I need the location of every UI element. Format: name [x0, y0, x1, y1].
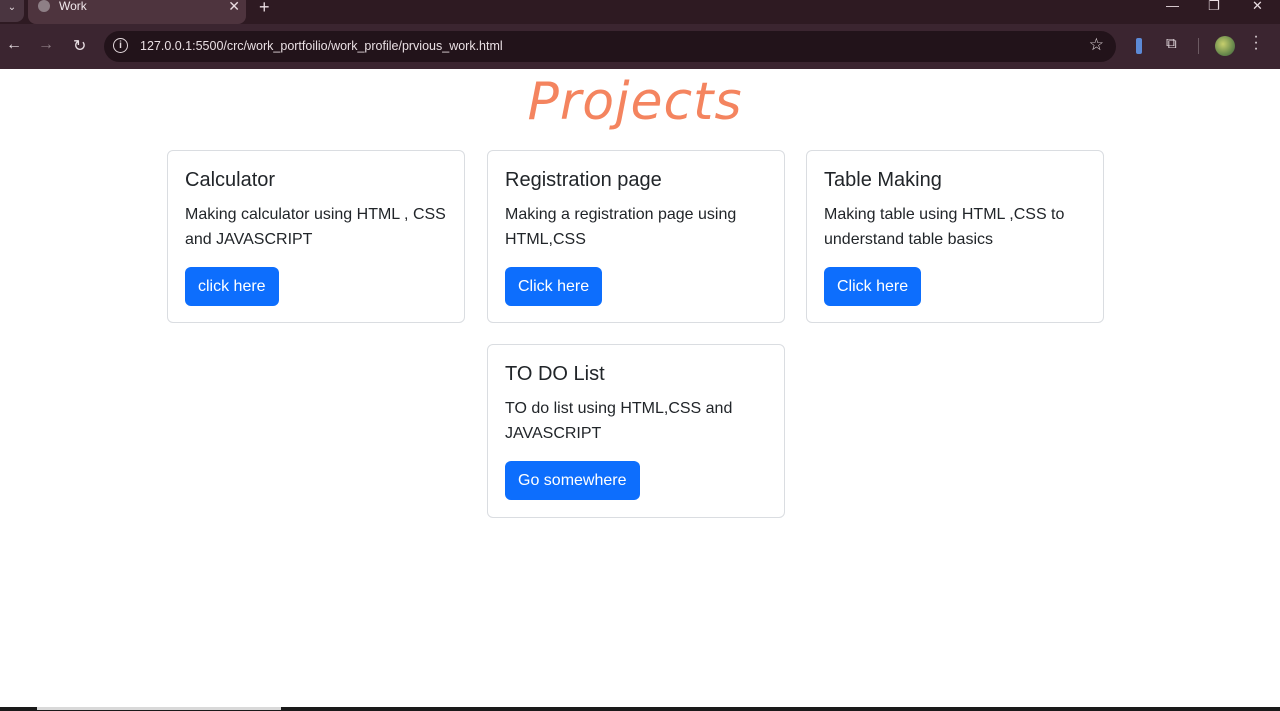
browser-toolbar: ← → ↻ i 127.0.0.1:5500/crc/work_portfoil…	[0, 24, 1280, 69]
card-title: Calculator	[185, 169, 276, 191]
card-title: TO DO List	[505, 363, 605, 385]
window-close-icon[interactable]: ✕	[1252, 0, 1263, 14]
tab-title: Work	[59, 0, 87, 13]
avatar[interactable]	[1215, 36, 1235, 56]
card-text: Making table using HTML ,CSS to understa…	[824, 206, 1065, 248]
project-card-registration: Registration page Making a registration …	[487, 150, 785, 323]
back-icon[interactable]: ←	[6, 36, 22, 54]
star-icon[interactable]: ☆	[1089, 35, 1104, 55]
project-card-todo: TO DO List TO do list using HTML,CSS and…	[487, 344, 785, 518]
minimize-icon[interactable]: —	[1166, 0, 1179, 13]
card-title: Registration page	[505, 169, 662, 191]
taskbar-highlight	[37, 707, 281, 710]
address-bar[interactable]: i 127.0.0.1:5500/crc/work_portfoilio/wor…	[104, 31, 1116, 62]
chevron-down-icon[interactable]: ⌄	[0, 0, 24, 22]
globe-icon	[38, 0, 50, 12]
card-text: TO do list using HTML,CSS and JAVASCRIPT	[505, 400, 733, 442]
close-icon[interactable]: ✕	[228, 0, 240, 15]
extension-icon[interactable]	[1136, 38, 1142, 54]
url-text[interactable]: 127.0.0.1:5500/crc/work_portfoilio/work_…	[140, 39, 503, 53]
click-here-button[interactable]: click here	[185, 267, 279, 306]
kebab-menu-icon[interactable]: · · ·	[1253, 29, 1259, 57]
toolbar-divider	[1198, 38, 1199, 54]
reload-icon[interactable]: ↻	[73, 36, 86, 56]
card-text: Making calculator using HTML , CSS and J…	[185, 206, 446, 248]
puzzle-icon[interactable]: ⧉	[1166, 35, 1177, 52]
new-tab-icon[interactable]: +	[259, 0, 270, 18]
page-title: Projects	[527, 72, 743, 132]
project-card-calculator: Calculator Making calculator using HTML …	[167, 150, 465, 323]
click-here-button[interactable]: Click here	[824, 267, 922, 306]
card-title: Table Making	[824, 169, 942, 191]
forward-icon[interactable]: →	[38, 36, 54, 54]
click-here-button[interactable]: Click here	[505, 267, 603, 306]
go-somewhere-button[interactable]: Go somewhere	[505, 461, 640, 500]
card-text: Making a registration page using HTML,CS…	[505, 206, 737, 248]
info-icon[interactable]: i	[113, 38, 128, 53]
tab-active[interactable]: Work ✕	[28, 0, 246, 24]
restore-icon[interactable]: ❐	[1208, 0, 1220, 14]
project-card-table: Table Making Making table using HTML ,CS…	[806, 150, 1104, 323]
tab-strip: ⌄ Work ✕ + — ❐ ✕	[0, 0, 1280, 24]
